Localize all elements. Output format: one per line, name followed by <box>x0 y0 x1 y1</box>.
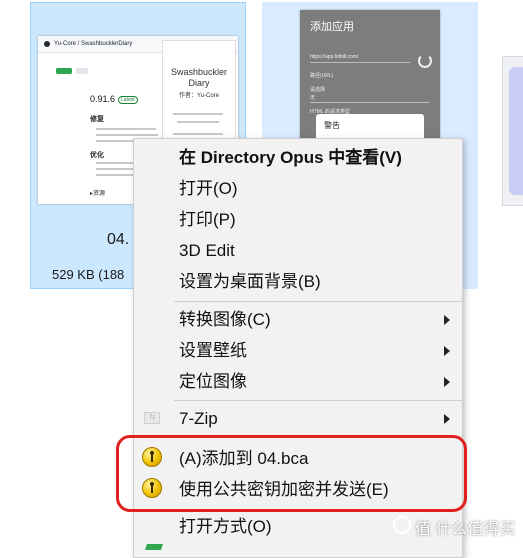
watermark-text: 值 什么值得买 <box>415 521 516 538</box>
thumbnail-badge: Latest <box>118 96 138 104</box>
menu-item-label: 打开方式(O) <box>179 517 272 536</box>
thumbnail-field-label: 路径(URL) <box>310 73 334 79</box>
submenu-arrow-icon <box>444 414 450 424</box>
menu-item-label: 打印(P) <box>179 210 236 229</box>
thumbnail-dialog-title: 警告 <box>324 121 340 130</box>
submenu-arrow-icon <box>444 346 450 356</box>
menu-separator <box>174 400 462 401</box>
spinner-icon <box>418 54 432 68</box>
thumbnail-version: 0.91.6 <box>90 94 116 104</box>
menu-item-label: 定位图像 <box>179 372 247 391</box>
menu-item-locate-image[interactable]: 定位图像 <box>134 366 464 397</box>
menu-item-open[interactable]: 打开(O) <box>134 173 464 204</box>
submenu-arrow-icon <box>444 315 450 325</box>
annotation-highlight <box>116 435 467 512</box>
menu-item-7zip[interactable]: 7z 7-Zip <box>134 403 464 434</box>
thumbnail-url: https://app.bitbili.com/ <box>310 54 359 60</box>
menu-item-label: 设置壁纸 <box>179 341 247 360</box>
menu-item-label: 打开(O) <box>179 179 238 198</box>
menu-item-convert-image[interactable]: 转换图像(C) <box>134 304 464 335</box>
menu-item-label: 设置为桌面背景(B) <box>179 272 321 291</box>
thumbnail-heading: 修复 <box>90 116 104 123</box>
thumbnail-field-line <box>310 62 410 63</box>
thumbnail-text-line <box>173 113 223 115</box>
thumbnail-app-author: 作者：Yu-Core <box>178 93 219 99</box>
thumbnail-heading: 优化 <box>90 152 104 159</box>
thumbnail-field-label: 请选择 <box>310 87 326 93</box>
thumbnail-title: 添加应用 <box>310 21 354 33</box>
thumbnail-text-line <box>96 128 156 130</box>
file-size: 529 KB (188 <box>52 267 125 282</box>
file-thumbnail <box>509 67 523 195</box>
menu-item-set-desktop-background[interactable]: 设置为桌面背景(B) <box>134 266 464 297</box>
file-name: 04. <box>107 231 130 248</box>
thumbnail-button <box>56 68 72 74</box>
thumbnail-text-line <box>96 162 136 164</box>
menu-item-print[interactable]: 打印(P) <box>134 204 464 235</box>
menu-item-view-in-directory-opus[interactable]: 在 Directory Opus 中查看(V) <box>134 142 464 173</box>
app-icon <box>144 544 164 550</box>
menu-item-3d-edit[interactable]: 3D Edit <box>134 235 464 266</box>
menu-item-label: 3D Edit <box>179 241 235 260</box>
submenu-arrow-icon <box>444 377 450 387</box>
thumbnail-text-line <box>177 121 219 123</box>
thumbnail-field-line <box>310 102 430 103</box>
thumbnail-text-line <box>173 133 223 135</box>
thumbnail-text-line <box>96 134 158 136</box>
thumbnail-field-value: 无 <box>310 95 316 101</box>
thumbnail-button <box>76 68 88 74</box>
menu-item-label: 7-Zip <box>179 409 218 428</box>
file-tile-partial[interactable] <box>502 56 523 206</box>
thumbnail-app-title: Swashbuckler Diary <box>170 67 228 88</box>
menu-item-set-wallpaper[interactable]: 设置壁纸 <box>134 335 464 366</box>
menu-separator <box>174 301 462 302</box>
thumbnail-repo: Yu-Core / SwashbucklerDiary <box>54 41 133 47</box>
menu-item-label: 转换图像(C) <box>179 310 271 329</box>
github-icon <box>44 41 50 47</box>
watermark-logo-icon <box>393 516 411 534</box>
7zip-icon: 7z <box>144 412 160 424</box>
thumbnail-assets: ▸资源 <box>90 191 106 197</box>
menu-item-label: 在 Directory Opus 中查看(V) <box>179 148 402 167</box>
